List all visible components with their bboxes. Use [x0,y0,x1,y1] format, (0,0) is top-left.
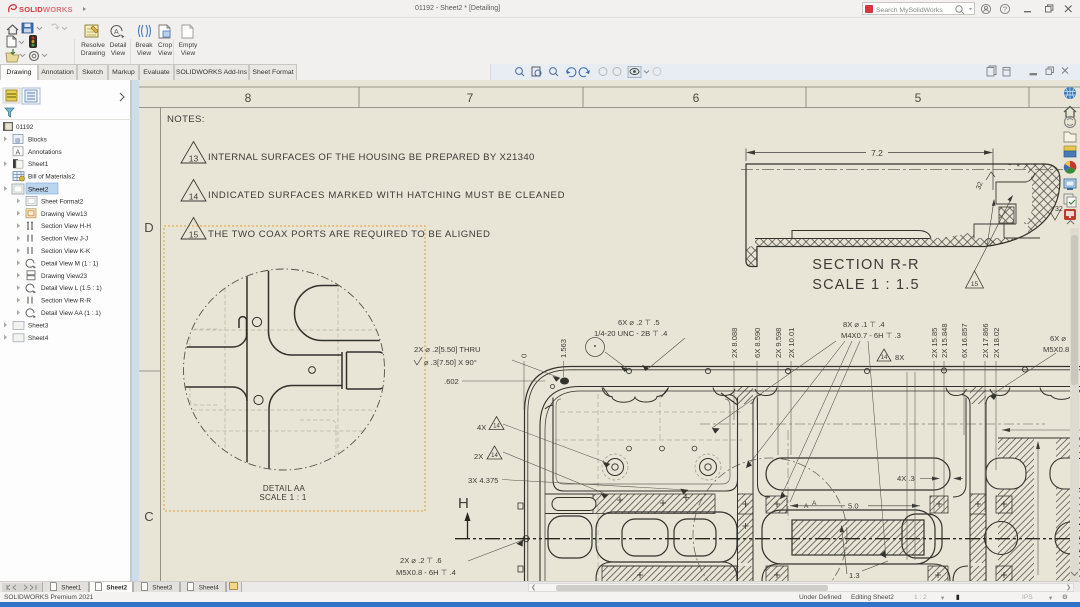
svg-text:2X 15.848: 2X 15.848 [940,323,949,358]
svg-text:M5X0.8: M5X0.8 [1043,345,1069,354]
svg-text:SECTION R-R: SECTION R-R [812,257,919,273]
svg-text:6X 8.590: 6X 8.590 [753,328,762,358]
svg-text:Section View R-R: Section View R-R [41,298,91,305]
svg-text:6: 6 [693,91,700,105]
svg-text:Section View K-K: Section View K-K [41,248,91,255]
svg-text:2X 15.85: 2X 15.85 [930,328,939,358]
svg-text:?: ? [1003,5,1007,14]
svg-text:7.2: 7.2 [871,148,883,158]
svg-text:2X 8.088: 2X 8.088 [730,328,739,358]
svg-text:0: 0 [520,354,529,358]
svg-text:14: 14 [881,355,888,361]
svg-text:▧: ▧ [15,138,21,144]
svg-text:A: A [114,29,119,36]
svg-text:8X: 8X [895,353,904,362]
svg-text:2X 10.01: 2X 10.01 [787,328,796,358]
svg-text:Detail View AA (1 : 1): Detail View AA (1 : 1) [41,310,101,317]
svg-text:2X 9.598: 2X 9.598 [774,328,783,358]
svg-text:2X 17.866: 2X 17.866 [981,323,990,358]
svg-text:SCALE 1 : 1.5: SCALE 1 : 1.5 [812,277,920,293]
svg-text:2X 18.02: 2X 18.02 [992,328,1001,358]
svg-text:2X ⌀ .2[5.50] THRU: 2X ⌀ .2[5.50] THRU [414,345,480,354]
svg-text:SCALE 1 : 1: SCALE 1 : 1 [259,493,307,502]
svg-text:01192: 01192 [16,124,34,131]
svg-text:32: 32 [1055,206,1063,213]
svg-text:Sheet1: Sheet1 [28,161,49,168]
svg-text:8X ⌀ .1 ⊤ .4: 8X ⌀ .1 ⊤ .4 [843,320,885,329]
svg-text:Sheet Format2: Sheet Format2 [41,198,84,205]
svg-text:Blocks: Blocks [28,136,47,143]
svg-text:13: 13 [189,154,199,164]
svg-text:H: H [458,495,469,512]
svg-text:Sheet4: Sheet4 [28,335,49,342]
svg-text:A: A [16,149,21,156]
svg-text:5: 5 [915,91,922,105]
svg-text:M5X0.8 - 6H ⊤ .4: M5X0.8 - 6H ⊤ .4 [396,568,456,577]
svg-text:3X 4.375: 3X 4.375 [468,476,498,485]
svg-text:Bill of Materials2: Bill of Materials2 [28,174,75,181]
svg-text:INTERNAL SURFACES OF THE HOUSI: INTERNAL SURFACES OF THE HOUSING BE PREP… [208,152,535,163]
svg-text:THE TWO COAX PORTS ARE REQUIRE: THE TWO COAX PORTS ARE REQUIRED TO BE AL… [208,229,490,240]
svg-text:Section View H-H: Section View H-H [41,223,91,230]
svg-text:2X ⌀ .2 ⊤ .6: 2X ⌀ .2 ⊤ .6 [400,556,442,565]
svg-text:.602: .602 [444,377,459,386]
svg-text:8: 8 [245,91,252,105]
svg-text:6X ⌀: 6X ⌀ [1050,334,1066,343]
svg-text:NOTES:: NOTES: [167,114,205,125]
svg-text:6X ⌀ .2 ⊤ .5: 6X ⌀ .2 ⊤ .5 [618,318,660,327]
svg-text:A: A [812,500,817,507]
svg-text:Sheet3: Sheet3 [28,322,49,329]
svg-text:7: 7 [467,91,474,105]
svg-text:A: A [804,503,809,510]
svg-text:1.3: 1.3 [849,571,860,580]
svg-text:⌀ .3[7.50] X 90°: ⌀ .3[7.50] X 90° [424,358,477,367]
svg-text:2X: 2X [474,452,483,461]
svg-text:INDICATED SURFACES MARKED WITH: INDICATED SURFACES MARKED WITH HATCHING … [208,190,565,201]
svg-text:14: 14 [493,424,500,430]
svg-text:4X .3: 4X .3 [897,474,915,483]
svg-text:5.0: 5.0 [848,502,859,511]
svg-text:15: 15 [189,230,199,240]
svg-text:6X 16.857: 6X 16.857 [960,323,969,358]
svg-text:C: C [144,509,153,524]
svg-text:4X: 4X [477,423,486,432]
svg-text:14: 14 [189,192,199,202]
svg-text:Sheet2: Sheet2 [28,187,49,194]
svg-text:D: D [144,220,153,235]
svg-text:DETAIL AA: DETAIL AA [263,484,306,493]
svg-text:1/4-20 UNC - 2B ⊤ .4: 1/4-20 UNC - 2B ⊤ .4 [594,329,667,338]
svg-text:Drawing View23: Drawing View23 [41,273,88,280]
svg-text:15: 15 [971,281,979,288]
svg-text:Annotations: Annotations [28,149,62,156]
svg-text:Section View J-J: Section View J-J [41,236,88,243]
svg-text:M4X0.7 - 6H ⊤ .3: M4X0.7 - 6H ⊤ .3 [841,331,901,340]
svg-text:14: 14 [491,453,498,459]
svg-text:Drawing View13: Drawing View13 [41,211,88,218]
svg-text:Detail View M (1 : 1): Detail View M (1 : 1) [41,260,98,267]
svg-text:SOLIDWORKS: SOLIDWORKS [19,5,73,14]
svg-text:Detail View L (1.5 : 1): Detail View L (1.5 : 1) [41,285,102,292]
svg-text:1.563: 1.563 [559,339,568,358]
